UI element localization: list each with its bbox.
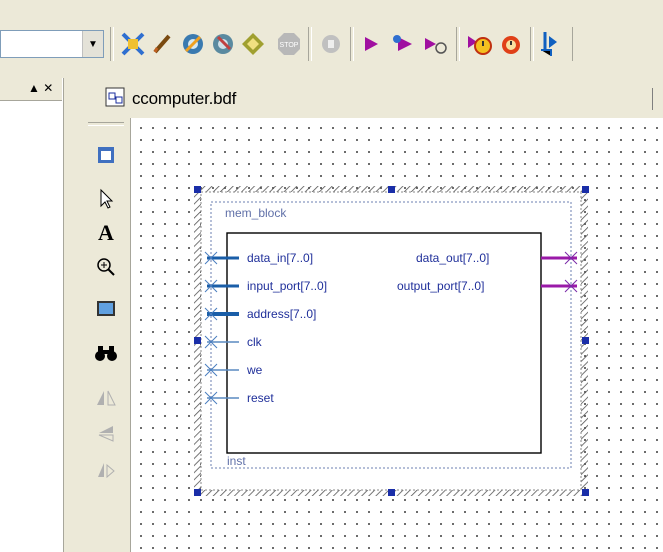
port-label-data-in: data_in[7..0] <box>247 251 314 265</box>
port-label-output-port: output_port[7..0] <box>397 279 485 293</box>
block-name-label: mem_block <box>225 206 287 220</box>
port-label-we: we <box>247 363 263 377</box>
assembler-icon[interactable] <box>238 27 268 61</box>
main-toolbar: ▼ STOP <box>0 0 663 78</box>
flip-vertical-icon[interactable] <box>88 418 124 448</box>
toolbar-separator <box>456 27 460 61</box>
start-analysis-icon[interactable] <box>388 27 418 61</box>
fitter-icon[interactable] <box>208 27 238 61</box>
symbol-tool-icon[interactable] <box>88 294 124 324</box>
mem-block-body[interactable] <box>226 232 542 454</box>
bdf-file-icon <box>104 86 126 108</box>
document-tab-bar: ccomputer.bdf <box>84 80 663 116</box>
svg-text:STOP: STOP <box>280 42 299 49</box>
pane-header: ▲ ✕ <box>0 78 62 101</box>
port-label-clk: clk <box>247 335 262 349</box>
toolbar-separator <box>572 27 575 61</box>
block-editor-toolbar: A <box>84 118 131 552</box>
schematic-drawing <box>194 186 589 496</box>
strip-grip <box>88 122 124 126</box>
simulator-icon[interactable] <box>464 27 494 61</box>
toolbar-separator <box>308 27 312 61</box>
chevron-down-icon[interactable]: ▼ <box>82 31 103 57</box>
simulator-stop-icon[interactable] <box>496 27 526 61</box>
find-binoculars-icon[interactable] <box>88 338 124 368</box>
pencil-icon[interactable] <box>148 27 178 61</box>
selection-tool-icon[interactable] <box>88 184 124 214</box>
programmer-icon[interactable] <box>536 27 566 61</box>
port-label-data-out: data_out[7..0] <box>416 251 490 265</box>
start-compilation-icon[interactable] <box>356 27 386 61</box>
analysis-synthesis-icon[interactable] <box>178 27 208 61</box>
timing-analyzer-icon[interactable] <box>316 27 346 61</box>
tab-divider <box>652 88 655 110</box>
rotate-icon[interactable] <box>88 454 124 484</box>
port-label-reset: reset <box>247 391 274 405</box>
project-navigator-pane: ▲ ✕ <box>0 78 64 552</box>
pane-controls[interactable]: ▲ ✕ <box>28 81 53 95</box>
stop-icon[interactable]: STOP <box>274 27 304 61</box>
window-detach-icon[interactable] <box>88 140 124 170</box>
text-tool-icon[interactable]: A <box>88 218 124 248</box>
port-label-input-port: input_port[7..0] <box>247 279 328 293</box>
start-timing-icon[interactable] <box>420 27 450 61</box>
hierarchy-combobox[interactable]: ▼ <box>0 30 104 58</box>
instance-name-label: inst <box>227 454 246 468</box>
zoom-tool-icon[interactable] <box>88 252 124 282</box>
document-title[interactable]: ccomputer.bdf <box>132 89 236 109</box>
port-label-address: address[7..0] <box>247 307 317 321</box>
compile-cancel-icon[interactable] <box>118 27 148 61</box>
toolbar-separator <box>530 27 534 61</box>
flip-horizontal-icon[interactable] <box>88 382 124 412</box>
schematic-canvas[interactable]: mem_block inst data_in[7..0] input_port[… <box>131 118 663 552</box>
toolbar-separator <box>110 27 114 61</box>
toolbar-separator <box>350 27 354 61</box>
